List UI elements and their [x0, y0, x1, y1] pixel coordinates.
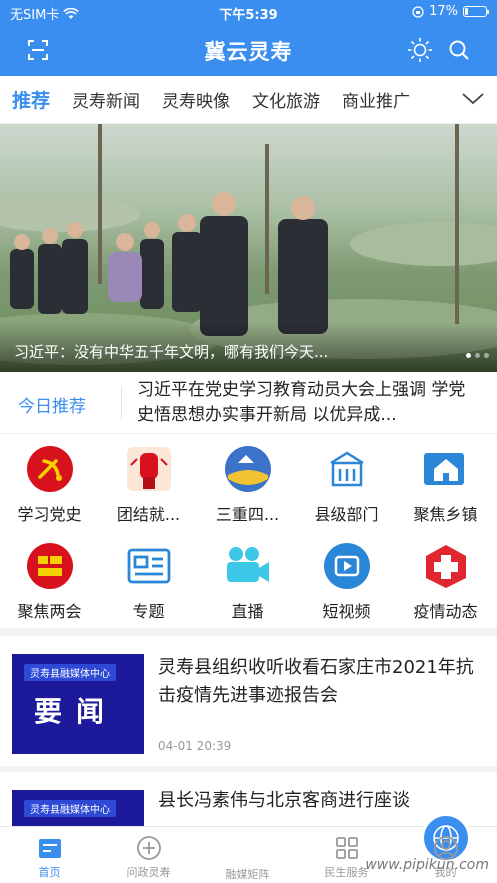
- grid-label: 县级部门: [314, 505, 379, 524]
- grid-item-unity[interactable]: 团结就...: [99, 435, 198, 524]
- news-headline: 灵寿县组织收听收看石家庄市2021年抗击疫情先进事迹报告会: [158, 657, 474, 706]
- grid-item-short-video[interactable]: 短视频: [297, 532, 396, 621]
- chevron-down-icon[interactable]: [457, 90, 485, 110]
- hero-caption: 习近平：没有中华五千年文明，哪有我们今天...: [14, 343, 329, 361]
- tabbar-label: 首页: [38, 866, 61, 879]
- party-emblem-icon: [26, 445, 74, 493]
- grid-item-live[interactable]: 直播: [198, 532, 297, 621]
- grid-label: 短视频: [322, 602, 371, 621]
- video-camera-icon: [224, 542, 272, 590]
- news-thumbnail: 灵寿县融媒体中心: [12, 790, 144, 826]
- thumbnail-title: 要闻: [34, 695, 119, 728]
- tabbar-services[interactable]: 民生服务: [297, 827, 396, 883]
- grid-label: 聚焦两会: [17, 602, 82, 621]
- globe-image-icon: [224, 445, 272, 493]
- news-headline: 县长冯素伟与北京客商进行座谈: [158, 790, 410, 811]
- bottom-tab-bar: 首页 问政灵寿 融媒矩阵 民生服务 我的 www.pipikun.com: [0, 813, 497, 883]
- function-grid: 学习党史 团结就... 三重四... 县级部门 聚焦乡镇 聚焦两会 专题 直播 …: [0, 435, 497, 627]
- status-right: 17%: [412, 4, 489, 19]
- battery-icon: [463, 6, 489, 17]
- tabbar-me[interactable]: 我的: [396, 827, 495, 883]
- grid-item-towns[interactable]: 聚焦乡镇: [396, 435, 495, 524]
- grid-item-topic[interactable]: 专题: [99, 532, 198, 621]
- grid-label: 疫情动态: [413, 602, 478, 621]
- grid-item-epidemic[interactable]: 疫情动态: [396, 532, 495, 621]
- battery-percent: 17%: [429, 4, 458, 19]
- tabbar-label: 问政灵寿: [126, 866, 171, 879]
- news-time: 04-01 20:39: [158, 739, 232, 753]
- topic-icon: [125, 542, 173, 590]
- today-label: 今日推荐: [18, 397, 86, 417]
- tab-lingshou-news[interactable]: 灵寿新闻: [72, 87, 140, 112]
- category-tabs: 推荐 灵寿新闻 灵寿映像 文化旅游 商业推广: [0, 76, 497, 124]
- grid-label: 聚焦乡镇: [413, 505, 478, 524]
- grid-label: 直播: [231, 602, 264, 621]
- tab-recommend[interactable]: 推荐: [12, 86, 50, 113]
- thumbnail-tag: 灵寿县融媒体中心: [24, 664, 116, 681]
- news-item[interactable]: 灵寿县融媒体中心 县长冯素伟与北京客商进行座谈: [0, 778, 497, 826]
- today-recommend[interactable]: 今日推荐 习近平在党史学习教育动员大会上强调 学党史悟思想办实事开新局 以优异成…: [0, 372, 497, 434]
- orientation-lock-icon: [412, 5, 424, 18]
- tab-lingshou-image[interactable]: 灵寿映像: [162, 87, 230, 112]
- medical-cross-icon: [422, 542, 470, 590]
- tabbar-inquiry[interactable]: 问政灵寿: [99, 827, 198, 883]
- building-icon: [323, 445, 371, 493]
- tabbar-label: 融媒矩阵: [225, 868, 270, 881]
- tab-culture-travel[interactable]: 文化旅游: [252, 87, 320, 112]
- grid-icon: [334, 835, 360, 861]
- search-icon[interactable]: [445, 36, 473, 64]
- news-item[interactable]: 灵寿县融媒体中心 要闻 灵寿县组织收听收看石家庄市2021年抗击疫情先进事迹报告…: [0, 636, 497, 772]
- tab-business[interactable]: 商业推广: [342, 87, 418, 112]
- house-icon: [422, 445, 470, 493]
- carousel-dots: [466, 353, 489, 358]
- divider: [121, 386, 122, 420]
- tabbar-home[interactable]: 首页: [0, 827, 99, 883]
- grid-item-county-dept[interactable]: 县级部门: [297, 435, 396, 524]
- two-sessions-icon: [26, 542, 74, 590]
- carousel-dot: [466, 353, 471, 358]
- carousel-dot: [475, 353, 480, 358]
- today-headline[interactable]: 习近平在党史学习教育动员大会上强调 学党史悟思想办实事开新局 以优异成...: [137, 378, 477, 428]
- fist-icon: [125, 445, 173, 493]
- battery-fill: [465, 8, 469, 15]
- grid-item-three-four[interactable]: 三重四...: [198, 435, 297, 524]
- grid-label: 三重四...: [215, 505, 280, 524]
- sun-icon[interactable]: [406, 36, 434, 64]
- plus-circle-icon: [136, 835, 162, 861]
- tabbar-media-matrix[interactable]: 融媒矩阵: [198, 813, 471, 883]
- section-divider: [0, 628, 497, 636]
- grid-item-two-sessions[interactable]: 聚焦两会: [0, 532, 99, 621]
- carousel-dot: [484, 353, 489, 358]
- news-thumbnail: 灵寿县融媒体中心 要闻: [12, 654, 144, 754]
- grid-label: 学习党史: [17, 505, 82, 524]
- grid-item-party-history[interactable]: 学习党史: [0, 435, 99, 524]
- watermark: www.pipikun.com: [365, 857, 489, 873]
- thumbnail-tag: 灵寿县融媒体中心: [24, 800, 116, 817]
- play-icon: [323, 542, 371, 590]
- home-icon: [37, 835, 63, 861]
- grid-label: 团结就...: [116, 505, 181, 524]
- grid-label: 专题: [132, 602, 165, 621]
- status-bar: 无SIM卡 下午5:39 17%: [0, 0, 497, 24]
- app-header: 冀云灵寿: [0, 24, 497, 76]
- hero-banner[interactable]: 习近平：没有中华五千年文明，哪有我们今天...: [0, 124, 497, 372]
